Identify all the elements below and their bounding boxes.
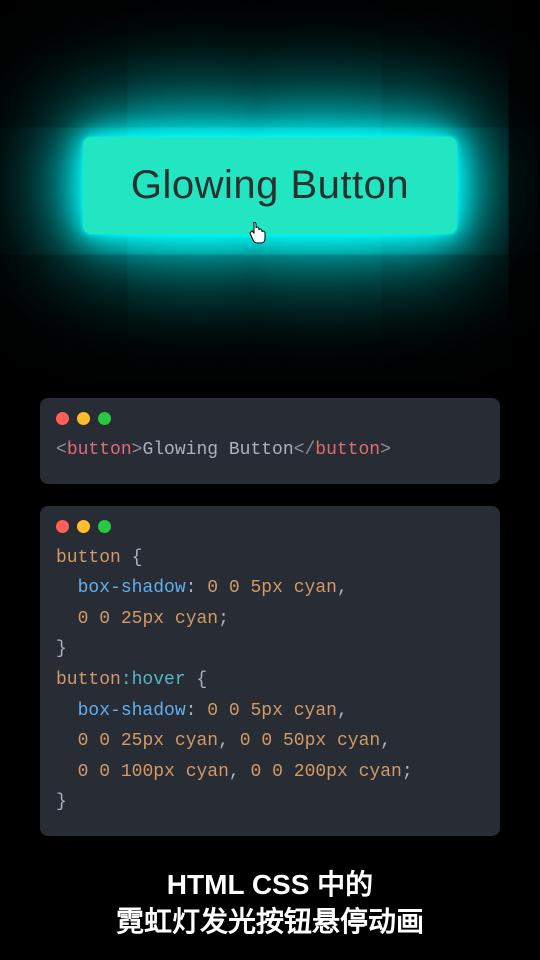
code-token: < xyxy=(56,440,67,460)
code-token: 0 xyxy=(261,731,272,751)
code-token: { xyxy=(186,670,208,690)
code-line: } xyxy=(56,634,484,665)
code-token: :hover xyxy=(121,670,186,690)
code-token: 100px xyxy=(121,762,175,782)
demo-area: Glowing Button xyxy=(0,0,540,370)
code-token: 0 xyxy=(229,578,240,598)
code-token: > xyxy=(132,440,143,460)
code-token: 50px xyxy=(283,731,326,751)
code-token: 0 xyxy=(251,762,262,782)
caption-line-1: HTML CSS 中的 xyxy=(0,867,540,903)
zoom-dot-icon xyxy=(98,520,111,533)
code-token: 0 xyxy=(99,762,110,782)
code-token: 0 xyxy=(99,609,110,629)
glowing-demo-button[interactable]: Glowing Button xyxy=(83,137,457,234)
code-token: 0 xyxy=(229,701,240,721)
code-token: Glowing Button xyxy=(142,440,293,460)
code-line: box-shadow: 0 0 5px cyan, xyxy=(56,696,484,727)
code-line: 0 0 100px cyan, 0 0 200px cyan; xyxy=(56,757,484,788)
code-token: 25px xyxy=(121,609,164,629)
code-token: 0 xyxy=(78,609,89,629)
code-token: cyan xyxy=(294,701,337,721)
code-token: 200px xyxy=(294,762,348,782)
code-token: button xyxy=(56,670,121,690)
code-token: 0 xyxy=(207,578,218,598)
code-token: 0 xyxy=(207,701,218,721)
close-dot-icon xyxy=(56,412,69,425)
minimize-dot-icon xyxy=(77,520,90,533)
close-dot-icon xyxy=(56,520,69,533)
code-token: cyan xyxy=(359,762,402,782)
code-line: 0 0 25px cyan; xyxy=(56,604,484,635)
code-token: button xyxy=(56,548,121,568)
css-code-block: button { box-shadow: 0 0 5px cyan, 0 0 2… xyxy=(40,506,500,836)
window-traffic-lights xyxy=(56,412,484,425)
code-token: button xyxy=(67,440,132,460)
code-token: cyan xyxy=(175,609,218,629)
code-token: 0 xyxy=(240,731,251,751)
window-traffic-lights xyxy=(56,520,484,533)
html-code-block: <button>Glowing Button</button> xyxy=(40,398,500,484)
code-line: } xyxy=(56,787,484,818)
code-token: 0 xyxy=(272,762,283,782)
code-line: <button>Glowing Button</button> xyxy=(56,435,484,466)
minimize-dot-icon xyxy=(77,412,90,425)
code-line: 0 0 25px cyan, 0 0 50px cyan, xyxy=(56,726,484,757)
code-token: } xyxy=(56,792,67,812)
code-line: box-shadow: 0 0 5px cyan, xyxy=(56,573,484,604)
code-token: cyan xyxy=(294,578,337,598)
code-token: 0 xyxy=(78,762,89,782)
code-token: button xyxy=(315,440,380,460)
code-token: cyan xyxy=(337,731,380,751)
code-token: 5px xyxy=(251,701,283,721)
code-token: cyan xyxy=(186,762,229,782)
zoom-dot-icon xyxy=(98,412,111,425)
code-token: 25px xyxy=(121,731,164,751)
code-token: box-shadow xyxy=(78,578,186,598)
caption-line-2: 霓虹灯发光按钮悬停动画 xyxy=(0,904,540,940)
code-token: } xyxy=(56,639,67,659)
code-token: </ xyxy=(294,440,316,460)
code-token: { xyxy=(121,548,143,568)
code-token: box-shadow xyxy=(78,701,186,721)
code-token: 0 xyxy=(78,731,89,751)
code-token: 5px xyxy=(251,578,283,598)
code-line: button { xyxy=(56,543,484,574)
code-token: 0 xyxy=(99,731,110,751)
caption: HTML CSS 中的 霓虹灯发光按钮悬停动画 xyxy=(0,867,540,940)
code-token: > xyxy=(380,440,391,460)
code-line: button:hover { xyxy=(56,665,484,696)
code-token: cyan xyxy=(175,731,218,751)
